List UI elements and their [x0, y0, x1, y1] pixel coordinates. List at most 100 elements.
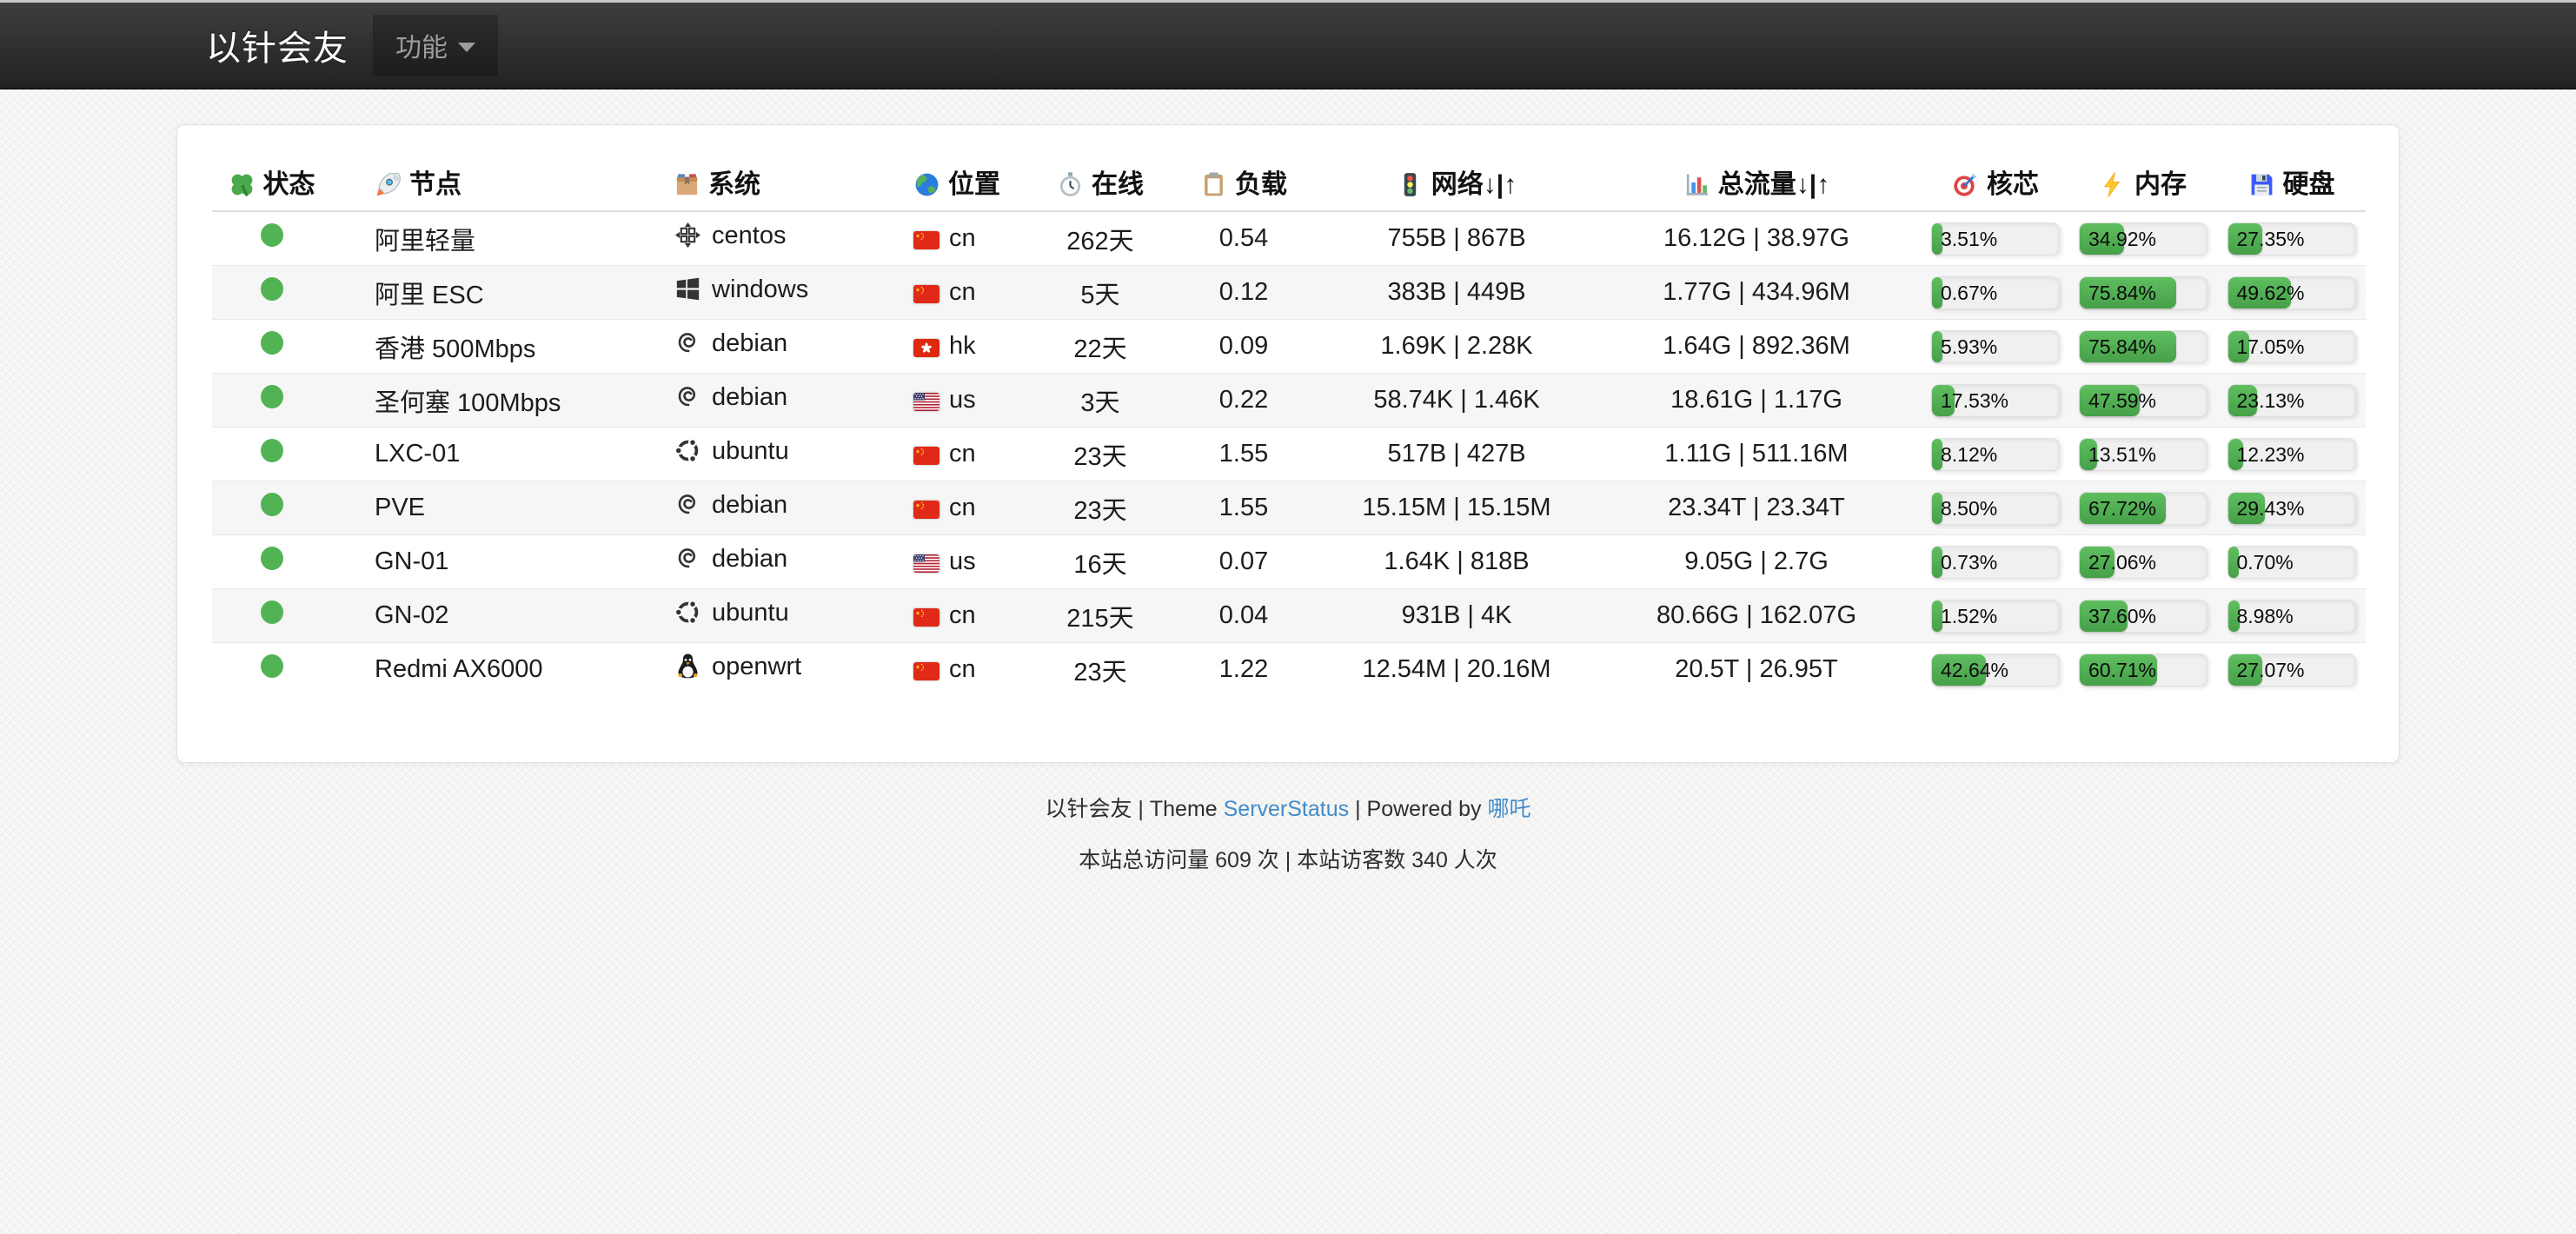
- status-online-dot: [261, 223, 283, 247]
- cell-network: 58.74K | 1.46K: [1322, 374, 1591, 428]
- traffic-value: 16.12G | 38.97G: [1663, 224, 1849, 252]
- load-value: 0.54: [1219, 224, 1268, 252]
- cell-os: debian: [653, 481, 896, 535]
- cell-name: 香港 500Mbps: [331, 320, 653, 374]
- server-table: 状态节点系统位置在线负载网络↓|↑总流量↓|↑核芯内存硬盘 阿里轻量centos…: [212, 156, 2366, 696]
- cell-location: cn: [896, 266, 1035, 320]
- disk-progress-bar: 12.23%: [2227, 438, 2356, 471]
- disk-progress-bar: 0.70%: [2227, 546, 2356, 579]
- cell-name: Redmi AX6000: [331, 643, 653, 697]
- cell-uptime: 262天: [1035, 211, 1165, 266]
- cell-ram: 37.60%: [2069, 589, 2217, 643]
- server-row[interactable]: 阿里轻量centoscn262天0.54755B | 867B16.12G | …: [212, 211, 2366, 266]
- cn-flag-icon: [913, 285, 939, 303]
- os-name: openwrt: [712, 653, 801, 680]
- cn-flag-icon: [913, 608, 939, 627]
- status-online-dot: [261, 277, 283, 301]
- cell-ram: 75.84%: [2069, 266, 2217, 320]
- network-value: 517B | 427B: [1387, 440, 1525, 468]
- server-row[interactable]: 阿里 ESCwindowscn5天0.12383B | 449B1.77G | …: [212, 266, 2366, 320]
- name-value: GN-02: [375, 601, 448, 629]
- cell-status: [212, 535, 331, 589]
- footer-powered-text: | Powered by: [1349, 797, 1487, 821]
- cell-name: 阿里 ESC: [331, 266, 653, 320]
- cell-ram: 60.71%: [2069, 643, 2217, 697]
- cell-uptime: 22天: [1035, 320, 1165, 374]
- cell-disk: 8.98%: [2217, 589, 2366, 643]
- brand-link[interactable]: 以针会友: [206, 20, 349, 70]
- ram-progress-bar: 75.84%: [2079, 276, 2208, 309]
- caret-down-icon: [458, 43, 475, 52]
- os-name: ubuntu: [712, 599, 789, 627]
- ubuntu-logo-icon: [674, 436, 702, 472]
- theme-link[interactable]: ServerStatus: [1224, 797, 1350, 821]
- ram-progress-bar: 34.92%: [2079, 222, 2208, 255]
- clipboard-icon: [1200, 171, 1227, 205]
- os-name: debian: [712, 545, 787, 573]
- disk-progress-bar: 49.62%: [2227, 276, 2356, 309]
- cpu-progress-bar: 0.73%: [1931, 546, 2060, 579]
- server-row[interactable]: LXC-01ubuntucn23天1.55517B | 427B1.11G | …: [212, 428, 2366, 481]
- cell-traffic: 9.05G | 2.7G: [1591, 535, 1922, 589]
- column-header-name: 节点: [331, 156, 653, 211]
- cell-load: 1.55: [1165, 481, 1322, 535]
- cpu-progress-bar: 8.50%: [1931, 492, 2060, 525]
- status-online-dot: [261, 385, 283, 408]
- traffic-value: 80.66G | 162.07G: [1656, 601, 1856, 629]
- cpu-percent-label: 0.73%: [1941, 547, 1997, 579]
- cell-status: [212, 481, 331, 535]
- cell-network: 755B | 867B: [1322, 211, 1591, 266]
- name-value: GN-01: [375, 547, 448, 575]
- debian-logo-icon: [674, 328, 702, 364]
- debian-logo-icon: [674, 544, 702, 580]
- uptime-value: 3天: [1080, 389, 1119, 417]
- cpu-progress-bar: 0.67%: [1931, 276, 2060, 309]
- server-row[interactable]: GN-02ubuntucn215天0.04931B | 4K80.66G | 1…: [212, 589, 2366, 643]
- cell-name: 圣何塞 100Mbps: [331, 374, 653, 428]
- status-online-dot: [261, 331, 283, 355]
- features-dropdown[interactable]: 功能: [373, 15, 498, 76]
- os-name: debian: [712, 329, 787, 357]
- server-row[interactable]: GN-01debianus16天0.071.64K | 818B9.05G | …: [212, 535, 2366, 589]
- column-label: 网络↓|↑: [1431, 170, 1517, 199]
- location-code: cn: [949, 494, 976, 521]
- cell-uptime: 23天: [1035, 428, 1165, 481]
- traffic-value: 1.11G | 511.16M: [1664, 440, 1848, 468]
- cell-network: 517B | 427B: [1322, 428, 1591, 481]
- server-row[interactable]: PVEdebiancn23天1.5515.15M | 15.15M23.34T …: [212, 481, 2366, 535]
- load-value: 1.55: [1219, 440, 1268, 468]
- cpu-percent-label: 8.50%: [1941, 493, 1997, 525]
- disk-percent-label: 49.62%: [2237, 277, 2305, 309]
- windows-logo-icon: [674, 275, 702, 310]
- cell-uptime: 5天: [1035, 266, 1165, 320]
- server-row[interactable]: 香港 500Mbpsdebianhk22天0.091.69K | 2.28K1.…: [212, 320, 2366, 374]
- ram-percent-label: 13.51%: [2088, 439, 2156, 471]
- column-header-ram: 内存: [2069, 156, 2217, 211]
- server-row[interactable]: Redmi AX6000openwrtcn23天1.2212.54M | 20.…: [212, 643, 2366, 697]
- disk-progress-bar: 27.35%: [2227, 222, 2356, 255]
- header-row: 状态节点系统位置在线负载网络↓|↑总流量↓|↑核芯内存硬盘: [212, 156, 2366, 211]
- ram-percent-label: 47.59%: [2088, 385, 2156, 417]
- disk-percent-label: 23.13%: [2237, 385, 2305, 417]
- server-row[interactable]: 圣何塞 100Mbpsdebianus3天0.2258.74K | 1.46K1…: [212, 374, 2366, 428]
- cell-location: us: [896, 374, 1035, 428]
- features-dropdown-label: 功能: [395, 26, 448, 64]
- name-value: PVE: [375, 494, 425, 521]
- os-name: ubuntu: [712, 437, 789, 465]
- cpu-percent-label: 1.52%: [1941, 600, 1997, 633]
- location-code: cn: [949, 655, 976, 683]
- name-value: 圣何塞 100Mbps: [375, 389, 561, 417]
- location-code: hk: [949, 332, 976, 360]
- cell-network: 1.69K | 2.28K: [1322, 320, 1591, 374]
- location-code: cn: [949, 224, 976, 252]
- powered-by-link[interactable]: 哪吒: [1488, 797, 1531, 821]
- network-value: 1.64K | 818B: [1384, 547, 1529, 575]
- cell-network: 15.15M | 15.15M: [1322, 481, 1591, 535]
- load-value: 0.09: [1219, 332, 1268, 360]
- os-name: debian: [712, 383, 787, 411]
- cell-location: cn: [896, 481, 1035, 535]
- navbar: 以针会友 功能: [0, 3, 2576, 90]
- cell-os: centos: [653, 211, 896, 266]
- cell-traffic: 20.5T | 26.95T: [1591, 643, 1922, 697]
- cell-uptime: 3天: [1035, 374, 1165, 428]
